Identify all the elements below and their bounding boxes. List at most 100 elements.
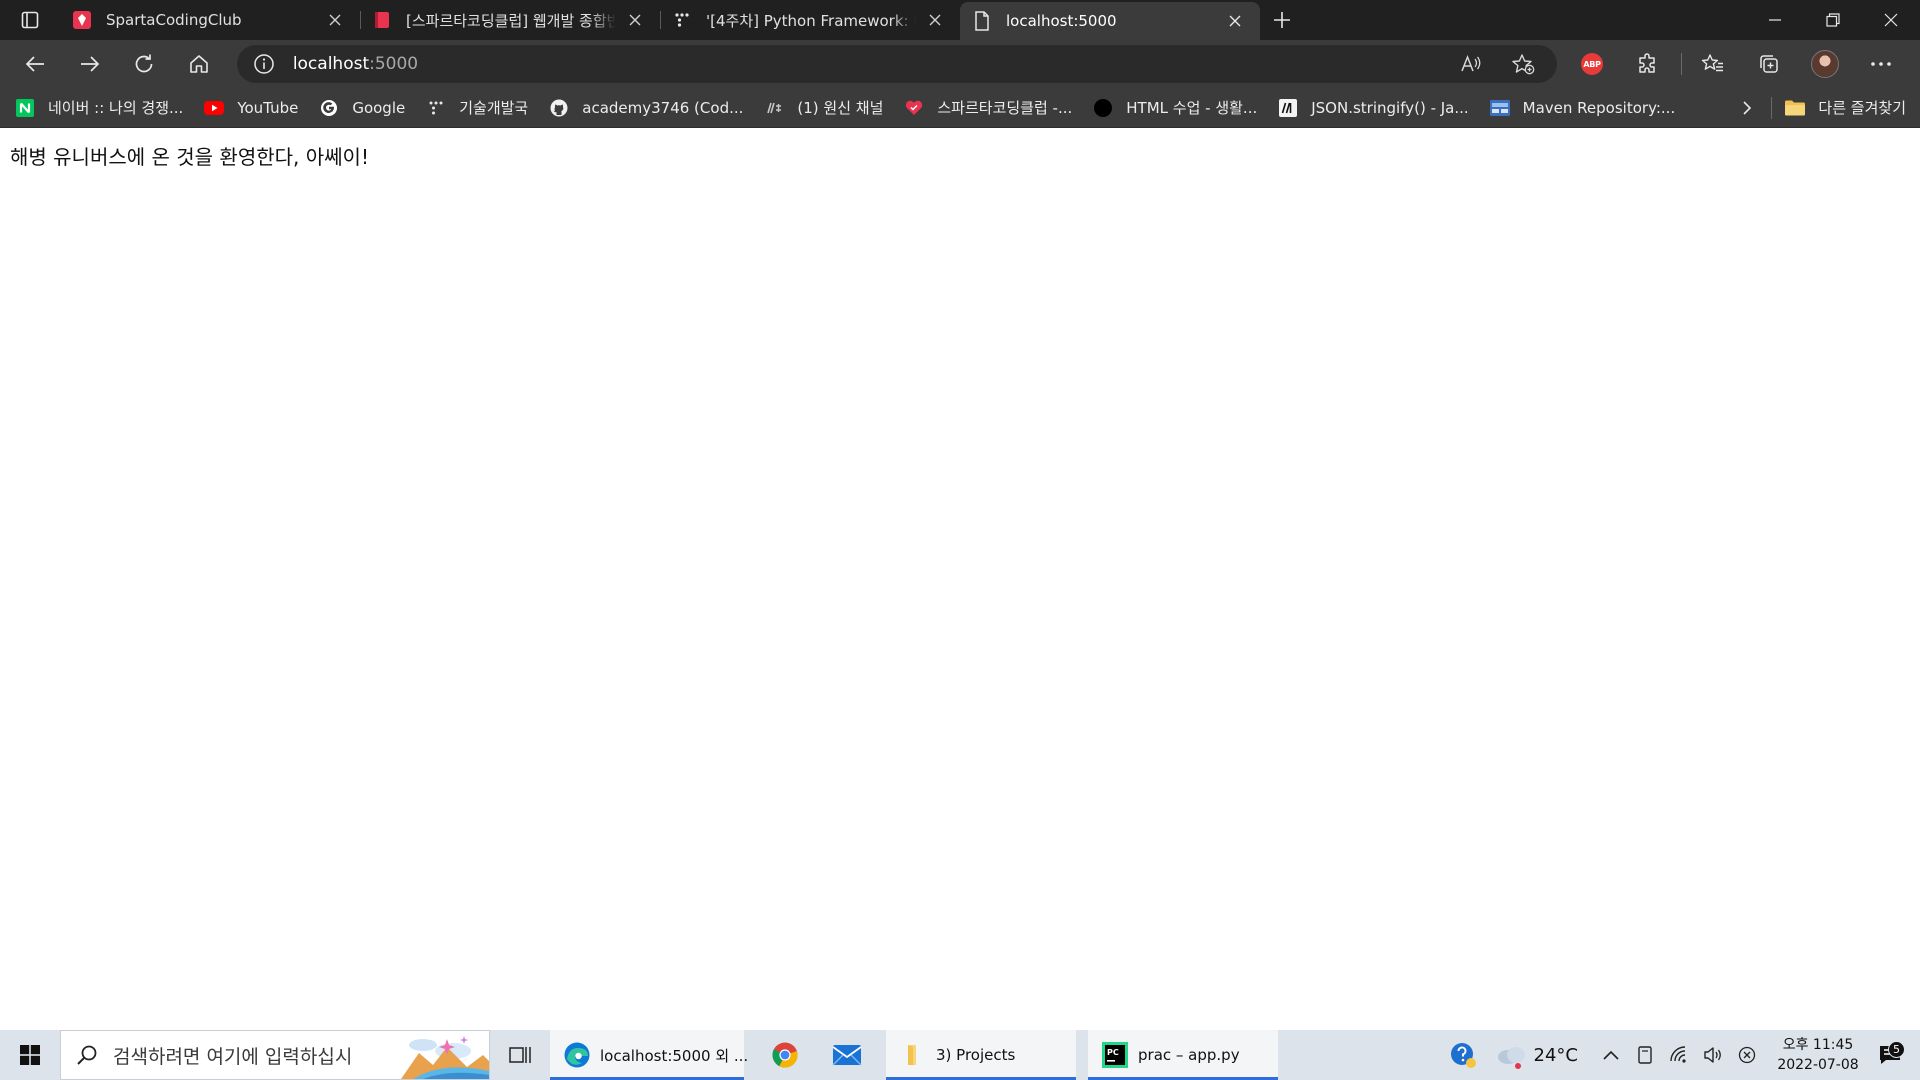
bookmark-label: YouTube bbox=[237, 98, 299, 117]
close-tab-icon[interactable] bbox=[324, 9, 346, 31]
more-favorites-button[interactable] bbox=[1729, 100, 1765, 116]
add-favorite-icon[interactable] bbox=[1503, 48, 1543, 80]
back-button[interactable] bbox=[10, 44, 60, 84]
show-hidden-icons-button[interactable] bbox=[1594, 1035, 1628, 1075]
taskbar-pycharm-app[interactable]: PC prac – app.py bbox=[1088, 1030, 1278, 1080]
bookmark-label: JSON.stringify() - Ja... bbox=[1311, 98, 1469, 117]
bookmark-genshin-channel[interactable]: (1) 원신 채널 bbox=[763, 97, 883, 119]
tab-title: SpartaCodingClub bbox=[106, 11, 242, 29]
task-view-button[interactable] bbox=[490, 1030, 550, 1080]
folder-icon bbox=[898, 1040, 928, 1070]
search-placeholder: 검색하려면 여기에 입력하십시 bbox=[113, 1045, 353, 1068]
address-bar[interactable]: localhost:5000 bbox=[236, 45, 1558, 83]
weather-widget[interactable]: 24°C bbox=[1494, 1040, 1578, 1070]
url-port: :5000 bbox=[369, 54, 419, 74]
toolbar-divider bbox=[1681, 53, 1683, 75]
collections-button[interactable] bbox=[1742, 44, 1796, 84]
tab-flask-week4[interactable]: '[4주차] Python Framework: Flask bbox=[660, 0, 960, 40]
restore-button[interactable] bbox=[1804, 0, 1862, 40]
device-tray-button[interactable] bbox=[1628, 1035, 1662, 1075]
tablet-icon bbox=[1638, 1046, 1652, 1064]
edge-icon bbox=[562, 1040, 592, 1070]
channel-icon bbox=[763, 97, 785, 119]
home-button[interactable] bbox=[174, 44, 224, 84]
minimize-button[interactable] bbox=[1746, 0, 1804, 40]
refresh-icon bbox=[135, 54, 153, 73]
network-button[interactable] bbox=[1662, 1035, 1696, 1075]
google-icon bbox=[318, 97, 340, 119]
system-tray: 24°C 오후 11:45 2022-07-08 5 bbox=[1446, 1030, 1920, 1080]
bookmark-spartacodingclub[interactable]: 스파르타코딩클럽 -... bbox=[903, 97, 1072, 119]
tab-localhost-active[interactable]: localhost:5000 bbox=[960, 2, 1260, 40]
naver-icon bbox=[14, 97, 36, 119]
collections-icon bbox=[1760, 55, 1778, 73]
tab-actions-button[interactable] bbox=[0, 0, 60, 40]
close-icon bbox=[1884, 13, 1898, 27]
close-tab-icon[interactable] bbox=[624, 9, 646, 31]
tab-strip-drag-area[interactable] bbox=[1304, 0, 1746, 40]
tab-title: localhost:5000 bbox=[1006, 12, 1117, 30]
taskbar-app-label: 3) Projects bbox=[936, 1046, 1016, 1064]
notification-center-button[interactable]: 5 bbox=[1866, 1041, 1914, 1066]
youtube-icon bbox=[203, 97, 225, 119]
new-tab-button[interactable] bbox=[1260, 0, 1304, 40]
black-circle-icon bbox=[1092, 97, 1114, 119]
taskbar-search-box[interactable]: 검색하려면 여기에 입력하십시 bbox=[60, 1030, 490, 1080]
close-window-button[interactable] bbox=[1862, 0, 1920, 40]
tab-spartacodingclub[interactable]: SpartaCodingClub bbox=[60, 0, 360, 40]
windows-taskbar: 검색하려면 여기에 입력하십시 localhost:5000 외 ... 3) … bbox=[0, 1030, 1920, 1080]
volume-button[interactable] bbox=[1696, 1035, 1730, 1075]
close-tab-icon[interactable] bbox=[1224, 10, 1246, 32]
clock[interactable]: 오후 11:45 2022-07-08 bbox=[1770, 1035, 1866, 1075]
plus-icon bbox=[1274, 12, 1290, 28]
read-aloud-icon[interactable] bbox=[1451, 48, 1491, 80]
bookmark-label: (1) 원신 채널 bbox=[797, 99, 884, 117]
mail-icon bbox=[832, 1040, 862, 1070]
clock-time: 오후 11:45 bbox=[1782, 1037, 1854, 1053]
extensions-button[interactable] bbox=[1621, 44, 1675, 84]
cloud-icon bbox=[1497, 1047, 1525, 1069]
favorites-divider bbox=[1771, 96, 1773, 119]
mdn-icon bbox=[1277, 97, 1299, 119]
sparta-favicon-icon bbox=[72, 10, 92, 30]
input-status-button[interactable] bbox=[1730, 1035, 1764, 1075]
bookmark-label: Maven Repository:... bbox=[1522, 98, 1676, 117]
bookmark-youtube[interactable]: YouTube bbox=[203, 97, 298, 119]
bookmark-maven-repository[interactable]: Maven Repository:... bbox=[1489, 97, 1676, 119]
url-text[interactable]: localhost:5000 bbox=[293, 54, 1439, 74]
profile-button[interactable] bbox=[1798, 44, 1852, 84]
bookmark-google[interactable]: Google bbox=[318, 97, 405, 119]
page-favicon-icon bbox=[972, 11, 992, 31]
notion-dots-icon bbox=[425, 97, 447, 119]
page-viewport: 해병 유니버스에 온 것을 환영한다, 아쎄이! bbox=[0, 129, 1920, 1030]
other-favorites-folder[interactable]: 다른 즐겨찾기 bbox=[1784, 97, 1906, 119]
bookmark-label: 스파르타코딩클럽 -... bbox=[937, 99, 1073, 117]
forward-button[interactable] bbox=[65, 44, 115, 84]
taskbar-chrome-app[interactable] bbox=[754, 1030, 816, 1080]
taskbar-file-explorer-app[interactable]: 3) Projects bbox=[886, 1030, 1076, 1080]
start-button[interactable] bbox=[0, 1030, 60, 1080]
adblock-extension-button[interactable]: ABP bbox=[1565, 44, 1619, 84]
pycharm-icon: PC bbox=[1100, 1040, 1130, 1070]
taskbar-edge-app[interactable]: localhost:5000 외 ... bbox=[550, 1030, 748, 1080]
site-info-icon[interactable] bbox=[251, 51, 277, 77]
circle-x-icon bbox=[1738, 1046, 1756, 1064]
notification-count-badge: 5 bbox=[1888, 1041, 1905, 1058]
tab-sparta-webdev[interactable]: [스파르타코딩클럽] 웹개발 종합반 bbox=[360, 0, 660, 40]
puzzle-icon bbox=[1639, 53, 1655, 73]
task-view-icon bbox=[509, 1047, 531, 1063]
settings-more-button[interactable] bbox=[1854, 44, 1908, 84]
clock-date: 2022-07-08 bbox=[1777, 1057, 1859, 1073]
bookmark-naver[interactable]: 네이버 :: 나의 경쟁... bbox=[14, 97, 183, 119]
favorites-button[interactable] bbox=[1686, 44, 1740, 84]
bookmark-tech-dev[interactable]: 기술개발국 bbox=[425, 97, 528, 119]
minimize-icon bbox=[1769, 19, 1781, 21]
bookmark-html-lesson[interactable]: HTML 수업 - 생활... bbox=[1092, 97, 1257, 119]
taskbar-mail-app[interactable] bbox=[816, 1030, 878, 1080]
restore-icon bbox=[1826, 13, 1840, 27]
bookmark-mdn-json[interactable]: JSON.stringify() - Ja... bbox=[1277, 97, 1469, 119]
bookmark-github[interactable]: academy3746 (Cod... bbox=[548, 97, 743, 119]
get-help-button[interactable] bbox=[1446, 1035, 1480, 1075]
close-tab-icon[interactable] bbox=[924, 9, 946, 31]
refresh-button[interactable] bbox=[119, 44, 169, 84]
